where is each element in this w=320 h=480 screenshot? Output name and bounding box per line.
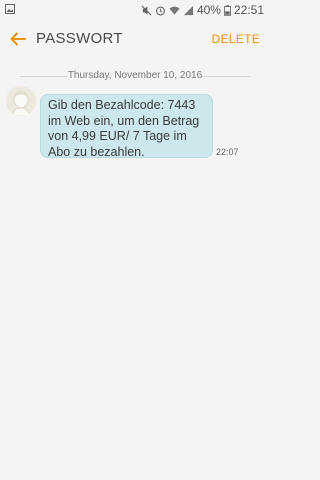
mute-icon	[141, 5, 152, 15]
app-bar: PASSWORT DELETE	[0, 20, 270, 60]
battery-percent: 40%	[196, 3, 221, 17]
back-arrow-icon[interactable]	[8, 29, 28, 49]
alarm-icon	[155, 5, 165, 15]
image-icon	[5, 4, 15, 14]
page-title: PASSWORT	[36, 30, 123, 47]
contact-avatar-icon	[6, 86, 36, 116]
avatar[interactable]	[6, 86, 36, 116]
message-time: 22:07	[216, 147, 239, 157]
date-divider-right	[202, 76, 250, 77]
signal-icon	[183, 5, 194, 15]
wifi-icon	[169, 6, 180, 15]
status-time: 22:51	[233, 3, 264, 17]
date-separator: Thursday, November 10, 2016	[20, 69, 250, 83]
message-bubble[interactable]: Gib den Bezahlcode: 7443 im Web ein, um …	[40, 94, 213, 159]
delete-button[interactable]: DELETE	[212, 32, 260, 46]
battery-icon	[223, 4, 231, 16]
status-bar: 40% 22:51	[0, 0, 270, 20]
status-icons: 40% 22:51	[141, 3, 264, 17]
